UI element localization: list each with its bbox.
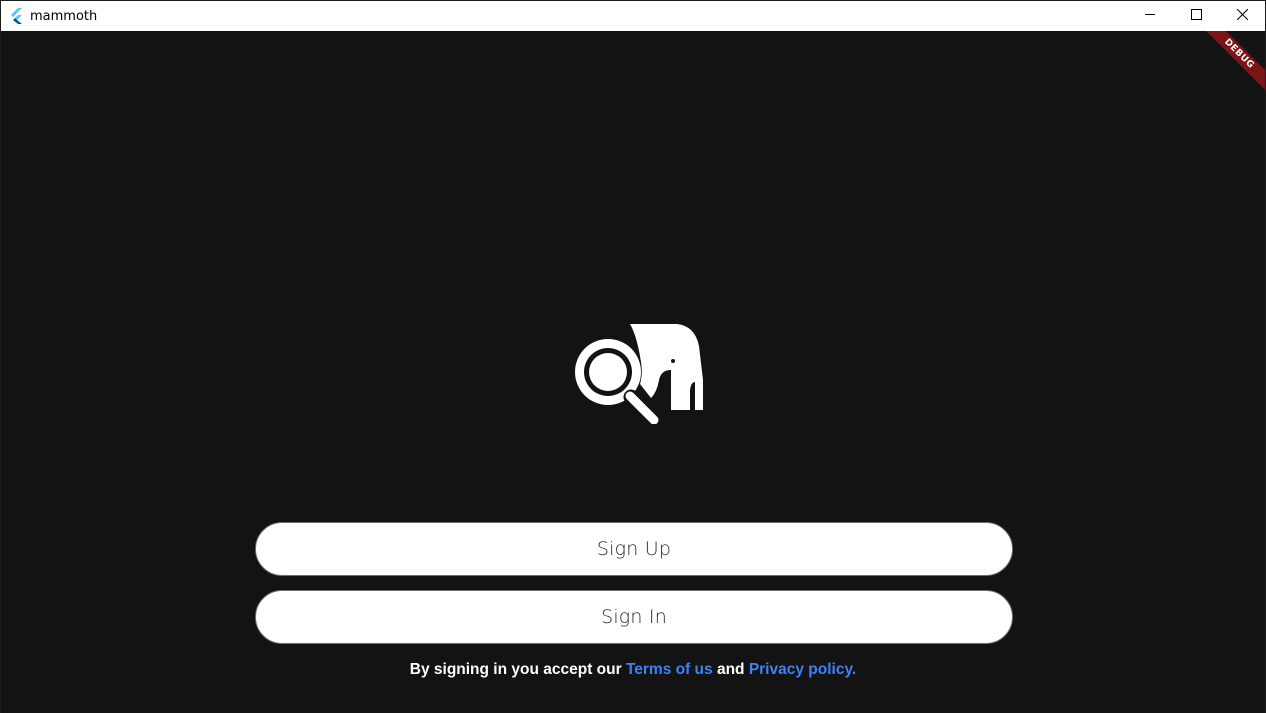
terms-link[interactable]: Terms of us xyxy=(626,661,713,678)
legal-notice: By signing in you accept our Terms of us… xyxy=(1,661,1265,679)
title-bar[interactable]: mammoth xyxy=(1,1,1265,31)
debug-banner: DEBUG xyxy=(1195,31,1265,98)
app-window: mammoth DEBUG Sign Up Sign In By signing… xyxy=(0,0,1266,713)
app-content: DEBUG Sign Up Sign In By signing in you … xyxy=(1,31,1265,713)
sign-up-button[interactable]: Sign Up xyxy=(255,522,1013,576)
sign-in-button[interactable]: Sign In xyxy=(255,590,1013,644)
close-button[interactable] xyxy=(1219,1,1265,31)
flutter-icon xyxy=(10,8,26,24)
window-controls xyxy=(1127,1,1265,31)
mammoth-logo xyxy=(563,322,705,428)
mammoth-magnifier-logo-icon xyxy=(575,324,703,428)
maximize-icon xyxy=(1190,7,1202,25)
legal-prefix: By signing in you accept our xyxy=(409,661,626,678)
legal-and: and xyxy=(712,661,749,678)
window-title: mammoth xyxy=(30,8,98,24)
close-icon xyxy=(1236,7,1248,25)
minimize-icon xyxy=(1144,7,1156,25)
maximize-button[interactable] xyxy=(1173,1,1219,31)
minimize-button[interactable] xyxy=(1127,1,1173,31)
privacy-link[interactable]: Privacy policy. xyxy=(749,661,856,678)
